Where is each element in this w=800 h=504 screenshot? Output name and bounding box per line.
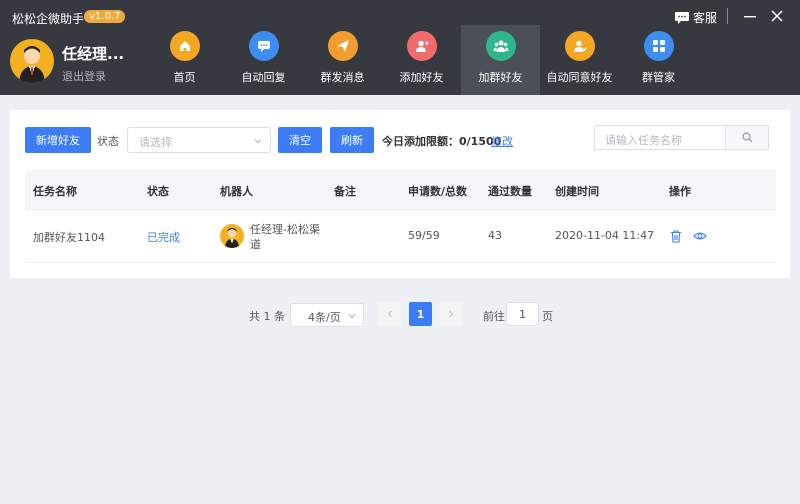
app-title: 松松企微助手 — [12, 12, 85, 26]
created-cell: 2020-11-04 11:47 — [555, 229, 655, 242]
page-size-select[interactable]: 4条/页 — [290, 303, 364, 327]
nav-item-group-friend[interactable]: 加群好友 — [461, 25, 540, 95]
bot-name-cell: 任经理-松松渠道 — [250, 223, 320, 251]
home-icon — [169, 31, 200, 61]
prev-page-button[interactable] — [378, 302, 402, 326]
nav-item-auto-reply[interactable]: 自动回复 — [224, 25, 303, 95]
user-avatar[interactable] — [10, 39, 54, 83]
table-row: 加群好友1104 已完成 任经理-松松渠道 59/59 43 2020-11-0… — [25, 210, 776, 263]
passed-cell: 43 — [488, 229, 502, 242]
minimize-icon[interactable] — [744, 8, 756, 24]
col-status: 状态 — [147, 185, 169, 198]
grid-icon — [643, 31, 674, 61]
app-header: 松松企微助手 v1.0.7 任经理... 退出登录 首页 自动回复 群发消息 添… — [0, 0, 800, 95]
send-icon — [327, 31, 358, 61]
nav-label: 自动同意好友 — [546, 71, 613, 84]
service-chat-icon — [675, 11, 689, 24]
col-created: 创建时间 — [555, 185, 599, 198]
daily-limit-label: 今日添加限额： — [382, 135, 459, 148]
goto-label: 前往 — [483, 310, 505, 323]
user-name: 任经理... — [62, 45, 125, 63]
nav-label: 添加好友 — [399, 71, 444, 84]
task-name-cell: 加群好友1104 — [33, 231, 105, 244]
edit-limit-link[interactable]: 修改 — [491, 133, 513, 149]
clear-button[interactable]: 清空 — [278, 127, 322, 153]
chat-icon — [248, 31, 279, 61]
divider — [727, 8, 728, 24]
version-badge: v1.0.7 — [84, 10, 126, 23]
nav-item-broadcast[interactable]: 群发消息 — [303, 25, 382, 95]
col-passed: 通过数量 — [488, 185, 532, 198]
status-select[interactable]: 请选择 — [127, 127, 271, 153]
refresh-button[interactable]: 刷新 — [330, 127, 374, 153]
page-size-value: 4条/页 — [308, 311, 341, 324]
goto-suffix: 页 — [542, 310, 553, 323]
bot-avatar — [220, 224, 244, 248]
nav-item-auto-accept[interactable]: 自动同意好友 — [540, 25, 619, 95]
close-icon[interactable] — [770, 8, 784, 24]
nav-label: 群管家 — [642, 71, 675, 84]
col-task-name: 任务名称 — [33, 185, 77, 198]
col-actions: 操作 — [669, 185, 691, 198]
customer-service-button[interactable]: 客服 — [675, 9, 717, 26]
goto-page-input[interactable]: 1 — [506, 302, 539, 326]
nav-label: 自动回复 — [241, 71, 286, 84]
user-check-icon — [564, 31, 595, 61]
search-icon — [741, 132, 752, 143]
nav-label: 加群好友 — [478, 71, 523, 84]
service-label: 客服 — [693, 11, 718, 25]
nav-item-add-friend[interactable]: 添加好友 — [382, 25, 461, 95]
group-icon — [485, 31, 516, 61]
next-page-button[interactable] — [439, 302, 463, 326]
delete-icon[interactable] — [669, 229, 683, 243]
nav-label: 首页 — [173, 71, 196, 84]
main-nav: 首页 自动回复 群发消息 添加好友 加群好友 自动同意好友 群管家 — [145, 25, 698, 95]
col-bot: 机器人 — [220, 185, 253, 198]
add-user-icon — [406, 31, 437, 61]
status-cell: 已完成 — [147, 231, 180, 244]
status-placeholder: 请选择 — [139, 136, 172, 149]
avatar-face-icon — [19, 46, 45, 83]
search-placeholder: 请输入任务名称 — [605, 134, 682, 147]
status-label: 状态 — [97, 135, 119, 148]
table-header: 任务名称 状态 机器人 备注 申请数/总数 通过数量 创建时间 操作 — [25, 170, 776, 210]
col-applied: 申请数/总数 — [408, 185, 468, 198]
chevron-right-icon — [449, 310, 454, 318]
daily-limit: 今日添加限额：0/1500 — [382, 133, 501, 149]
page-number-current[interactable]: 1 — [409, 302, 432, 326]
chevron-down-icon — [348, 314, 356, 319]
view-icon[interactable] — [693, 229, 707, 243]
chevron-down-icon — [254, 139, 262, 144]
logout-link[interactable]: 退出登录 — [62, 68, 106, 84]
nav-item-home[interactable]: 首页 — [145, 25, 224, 95]
nav-label: 群发消息 — [320, 71, 365, 84]
bot-face-icon — [224, 227, 240, 248]
col-note: 备注 — [334, 185, 356, 198]
search-button[interactable] — [725, 126, 768, 149]
chevron-left-icon — [387, 310, 392, 318]
nav-item-group-manager[interactable]: 群管家 — [619, 25, 698, 95]
task-search-input[interactable]: 请输入任务名称 — [594, 125, 769, 150]
pagination-total: 共 1 条 — [249, 310, 285, 323]
applied-cell: 59/59 — [408, 229, 440, 242]
add-friend-button[interactable]: 新增好友 — [25, 127, 91, 153]
